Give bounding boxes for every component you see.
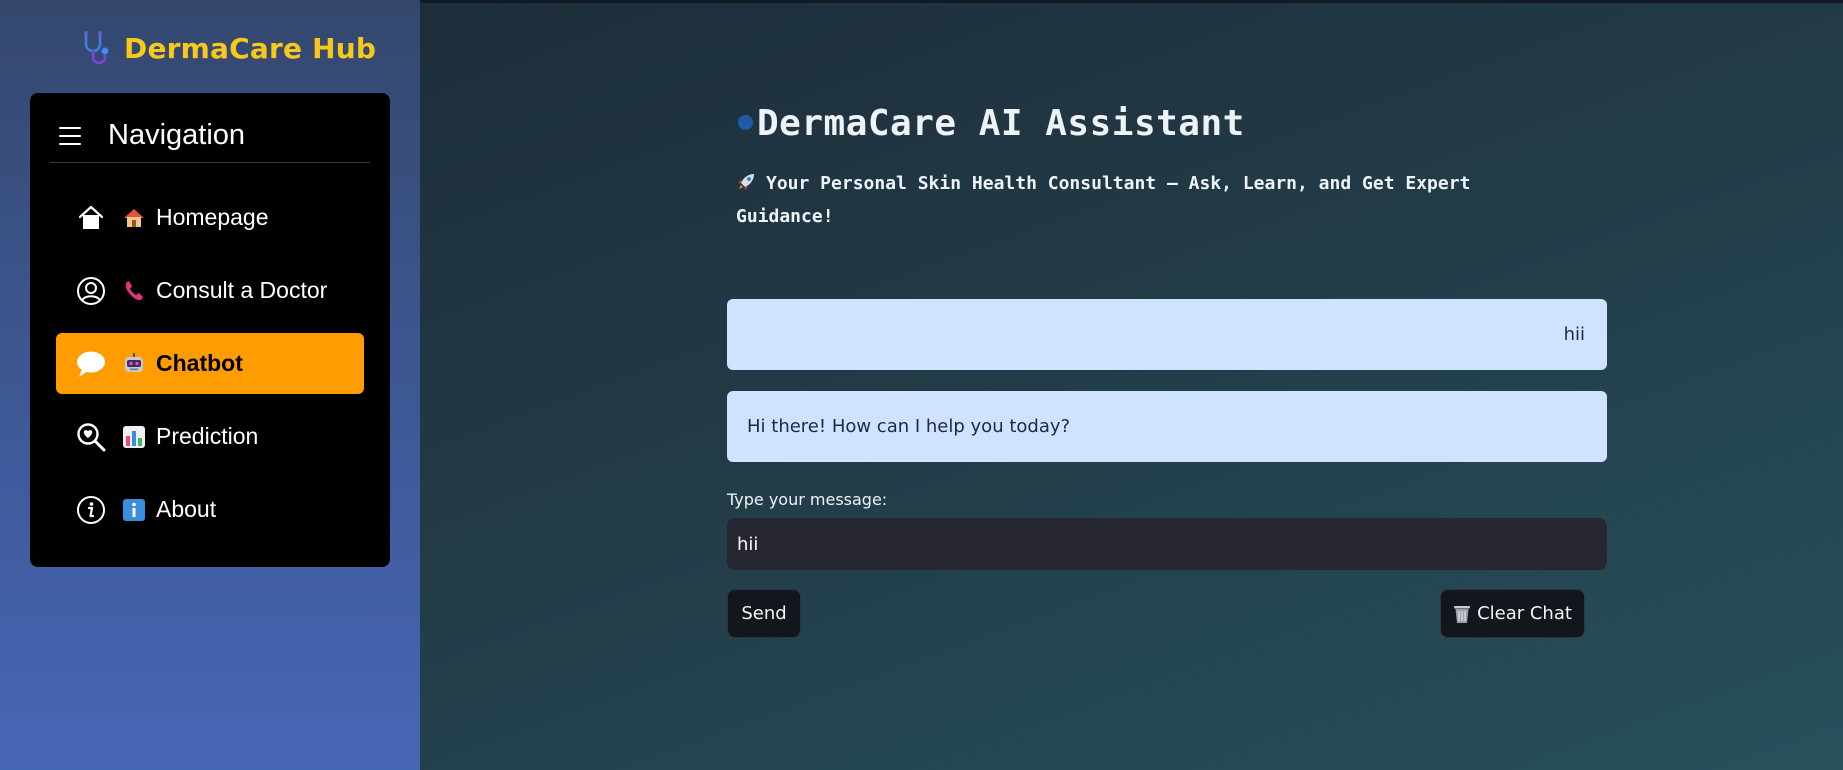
nav-title: Navigation bbox=[108, 119, 246, 151]
subtitle-text: Your Personal Skin Health Consultant – A… bbox=[736, 173, 1471, 227]
house-icon bbox=[76, 203, 106, 233]
message-text: Hi there! How can I help you today? bbox=[747, 416, 1071, 437]
wastebasket-icon bbox=[1453, 604, 1471, 624]
message-input[interactable] bbox=[727, 518, 1607, 570]
telephone-emoji bbox=[122, 280, 146, 302]
brand-title: DermaCare Hub bbox=[124, 31, 377, 65]
navigation-panel: Navigation Homepage Consult a Doctor Cha… bbox=[30, 93, 390, 567]
chat-message-user: hii bbox=[727, 299, 1607, 370]
nav-item-consult-doctor[interactable]: Consult a Doctor bbox=[56, 260, 364, 321]
rocket-emoji bbox=[736, 172, 756, 202]
sidebar: DermaCare Hub Navigation Homepage Consul… bbox=[0, 0, 420, 770]
hamburger-icon[interactable] bbox=[59, 127, 81, 145]
brand: DermaCare Hub bbox=[76, 28, 376, 68]
nav-label: Prediction bbox=[156, 423, 259, 449]
message-text: hii bbox=[1563, 324, 1585, 345]
clear-chat-button[interactable]: Clear Chat bbox=[1440, 589, 1585, 638]
nav-item-about[interactable]: About bbox=[56, 479, 364, 540]
person-circle-icon bbox=[76, 276, 106, 306]
page-subtitle: Your Personal Skin Health Consultant – A… bbox=[736, 169, 1496, 232]
nav-header: Navigation bbox=[50, 115, 370, 163]
title-row: DermaCare AI Assistant bbox=[738, 103, 1245, 144]
nav-label: About bbox=[156, 496, 217, 522]
robot-emoji bbox=[122, 352, 146, 375]
stethoscope-icon bbox=[76, 28, 116, 68]
search-heart-icon bbox=[76, 422, 106, 452]
page-title: DermaCare AI Assistant bbox=[757, 103, 1245, 144]
nav-label: Chatbot bbox=[156, 350, 243, 376]
info-circle-icon bbox=[76, 495, 106, 525]
clear-chat-label: Clear Chat bbox=[1477, 603, 1572, 624]
info-emoji bbox=[122, 498, 146, 521]
nav-item-chatbot[interactable]: Chatbot bbox=[56, 333, 364, 394]
nav-label: Homepage bbox=[156, 204, 269, 230]
main-content: DermaCare AI Assistant Your Personal Ski… bbox=[420, 0, 1843, 770]
bar-chart-emoji bbox=[122, 425, 146, 448]
message-input-label: Type your message: bbox=[727, 490, 888, 509]
chat-message-assistant: Hi there! How can I help you today? bbox=[727, 391, 1607, 462]
chat-bubble-icon bbox=[76, 349, 106, 379]
nav-item-prediction[interactable]: Prediction bbox=[56, 406, 364, 467]
title-dot-icon bbox=[738, 115, 753, 130]
app-root: DermaCare Hub Navigation Homepage Consul… bbox=[0, 0, 1843, 770]
nav-label: Consult a Doctor bbox=[156, 277, 328, 303]
send-button[interactable]: Send bbox=[727, 589, 801, 638]
house-emoji bbox=[122, 207, 146, 229]
nav-item-homepage[interactable]: Homepage bbox=[56, 187, 364, 248]
